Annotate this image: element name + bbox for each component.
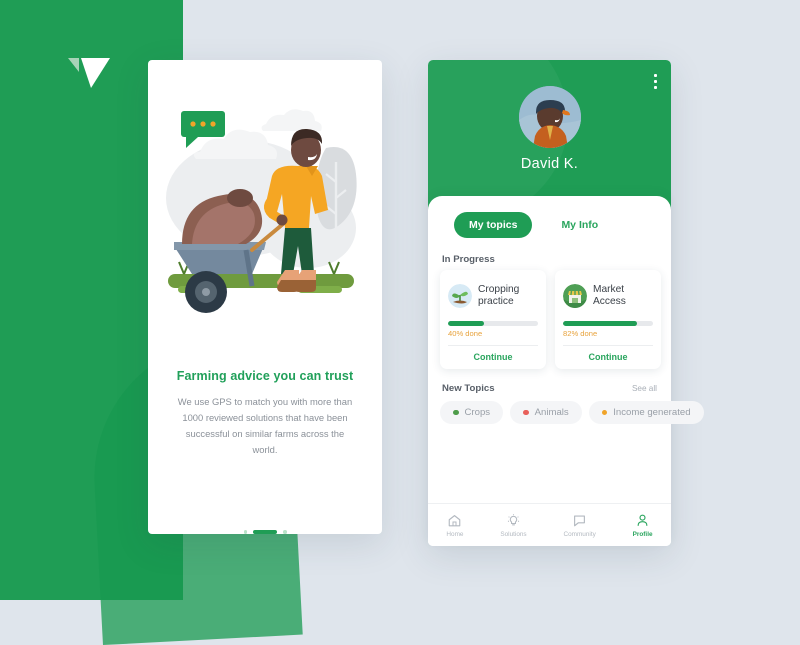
continue-button[interactable]: Continue [563, 346, 653, 369]
topic-card-market-access[interactable]: Market Access 82% done Continue [555, 270, 661, 369]
farmer-illustration [148, 78, 382, 328]
chip-label: Income generated [613, 407, 691, 418]
user-name: David K. [520, 156, 579, 172]
pagination-dot-1[interactable] [243, 530, 247, 534]
chip-animals[interactable]: Animals [510, 401, 582, 424]
onboarding-screen: Farming advice you can trust We use GPS … [148, 60, 382, 534]
lightbulb-icon [507, 513, 520, 525]
kebab-menu-icon[interactable] [654, 74, 657, 89]
chip-dot-icon [523, 409, 529, 416]
progress-bar [563, 321, 653, 326]
see-all-link[interactable]: See all [632, 384, 657, 393]
nav-item-solutions[interactable]: Solutions [500, 513, 527, 538]
chip-income-generated[interactable]: Income generated [588, 401, 704, 424]
chip-dot-icon [601, 409, 608, 416]
nav-label: Solutions [500, 530, 527, 538]
seedling-icon [448, 284, 472, 308]
nav-item-home[interactable]: Home [446, 513, 463, 538]
tab-my-info[interactable]: My Info [546, 212, 613, 238]
profile-tabs: My topics My Info [454, 212, 613, 238]
progress-label: 40% done [448, 329, 483, 338]
new-topics-section-title: New Topics [442, 383, 495, 394]
bottom-navigation: Home Solutions Community Profile [428, 503, 671, 546]
chip-dot-icon [453, 409, 459, 416]
avatar [518, 86, 581, 148]
tab-my-topics[interactable]: My topics [454, 212, 533, 238]
market-stall-icon [563, 284, 587, 308]
topic-card-title: Market Access [593, 283, 626, 308]
new-topics-chips: Crops Animals Income generated [440, 401, 704, 424]
home-icon [449, 514, 461, 526]
pagination-dot-3[interactable] [283, 530, 287, 534]
nav-label: Community [563, 530, 596, 538]
chip-label: Crops [464, 407, 491, 418]
nav-label: Profile [632, 530, 653, 538]
onboarding-title: Farming advice you can trust [176, 369, 354, 383]
nav-item-profile[interactable]: Profile [633, 513, 653, 538]
progress-bar [448, 321, 538, 326]
person-icon [637, 514, 648, 526]
progress-label: 82% done [563, 329, 598, 338]
chat-bubble-icon [574, 514, 586, 526]
chip-crops[interactable]: Crops [440, 401, 504, 424]
nav-label: Home [446, 530, 464, 538]
topic-card-title: Cropping practice [478, 283, 520, 308]
brand-logo [68, 58, 110, 94]
continue-button[interactable]: Continue [448, 346, 538, 369]
topic-card-cropping-practice[interactable]: Cropping practice 40% done Continue [440, 270, 546, 369]
pagination-dot-2-active[interactable] [253, 530, 277, 534]
in-progress-section-title: In Progress [442, 254, 495, 265]
profile-screen: David K. My topics My Info In Progress C… [428, 60, 704, 546]
nav-item-community[interactable]: Community [563, 513, 596, 538]
pagination-dots[interactable] [148, 530, 382, 534]
onboarding-body-text: We use GPS to match you with more than 1… [177, 396, 353, 455]
profile-content-sheet: My topics My Info In Progress Cropping p… [428, 196, 704, 546]
in-progress-cards: Cropping practice 40% done Continue Mark… [440, 270, 661, 369]
chip-label: Animals [534, 407, 569, 418]
